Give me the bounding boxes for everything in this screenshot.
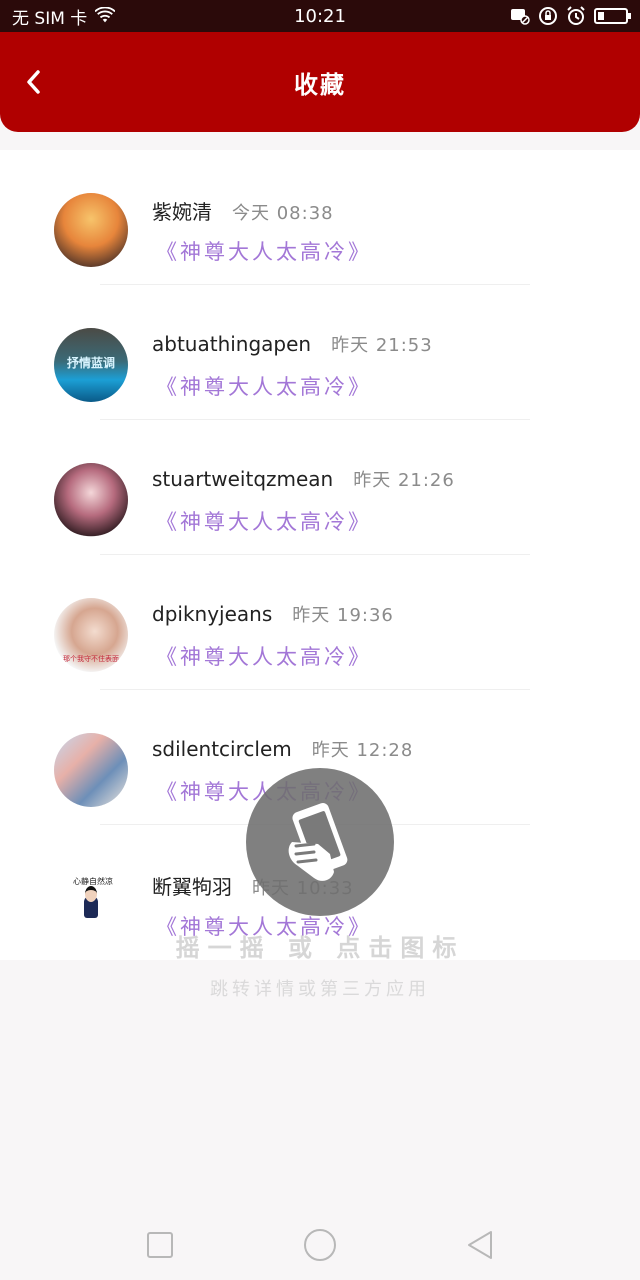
carrier-label: 无 SIM 卡 (12, 8, 88, 29)
book-title-link[interactable]: 《神尊大人太高冷》 (156, 506, 372, 536)
phone-shake-icon (288, 803, 348, 881)
status-bar: 无 SIM 卡 10:21 (0, 0, 640, 32)
alarm-icon (566, 6, 586, 26)
book-title-link[interactable]: 《神尊大人太高冷》 (156, 641, 372, 671)
list-item[interactable]: stuartweitqzmean 昨天 21:26 《神尊大人太高冷》 (0, 420, 640, 555)
username[interactable]: dpiknyjeans (152, 602, 272, 626)
circle-icon (304, 1229, 336, 1261)
shake-subhint: 跳转详情或第三方应用 (210, 979, 430, 1000)
timestamp: 昨天 21:53 (331, 335, 433, 356)
timestamp: 昨天 12:28 (311, 740, 414, 761)
app-header: 收藏 (0, 32, 640, 132)
username[interactable]: sdilentcirclem (152, 737, 292, 761)
avatar[interactable]: 抒情蓝调 (54, 328, 128, 402)
avatar-caption: 心静自然凉 (73, 877, 113, 886)
avatar-caption: 抒情蓝调 (66, 356, 115, 370)
username[interactable]: stuartweitqzmean (152, 467, 333, 491)
timestamp: 昨天 19:36 (292, 605, 394, 626)
chevron-left-icon (27, 70, 40, 94)
timestamp: 昨天 21:26 (353, 470, 455, 491)
notification-off-icon (510, 6, 530, 26)
recent-apps-button[interactable] (140, 1225, 180, 1265)
username[interactable]: abtuathingapen (152, 332, 311, 356)
system-nav-bar (0, 1210, 640, 1280)
triangle-back-icon (468, 1231, 492, 1259)
avatar[interactable] (54, 193, 128, 267)
shake-hint: 摇一摇 或 点击图标 (175, 934, 465, 962)
shake-overlay-button[interactable] (246, 768, 394, 916)
avatar[interactable]: 那个我守不住表面 (54, 598, 128, 672)
avatar-caption: 那个我守不住表面 (63, 655, 119, 663)
book-title-link[interactable]: 《神尊大人太高冷》 (156, 371, 372, 401)
wifi-icon (95, 6, 116, 26)
nav-back-button[interactable] (460, 1225, 500, 1265)
back-button[interactable] (14, 62, 54, 102)
page-title: 收藏 (294, 70, 346, 99)
list-item[interactable]: 抒情蓝调 abtuathingapen 昨天 21:53 《神尊大人太高冷》 (0, 285, 640, 420)
square-icon (147, 1232, 173, 1258)
battery-icon (594, 8, 631, 24)
timestamp: 今天 08:38 (232, 203, 334, 224)
list-item[interactable]: 紫婉清 今天 08:38 《神尊大人太高冷》 (0, 150, 640, 285)
username[interactable]: 紫婉清 (152, 196, 212, 225)
list-item[interactable]: 那个我守不住表面 dpiknyjeans 昨天 19:36 《神尊大人太高冷》 (0, 555, 640, 690)
rotation-lock-icon (538, 6, 558, 26)
avatar[interactable] (54, 733, 128, 807)
avatar[interactable] (54, 463, 128, 537)
book-title-link[interactable]: 《神尊大人太高冷》 (156, 236, 372, 266)
avatar-figure (84, 886, 98, 918)
username[interactable]: 断翼𤘽羽 (152, 871, 232, 900)
home-button[interactable] (300, 1225, 340, 1265)
